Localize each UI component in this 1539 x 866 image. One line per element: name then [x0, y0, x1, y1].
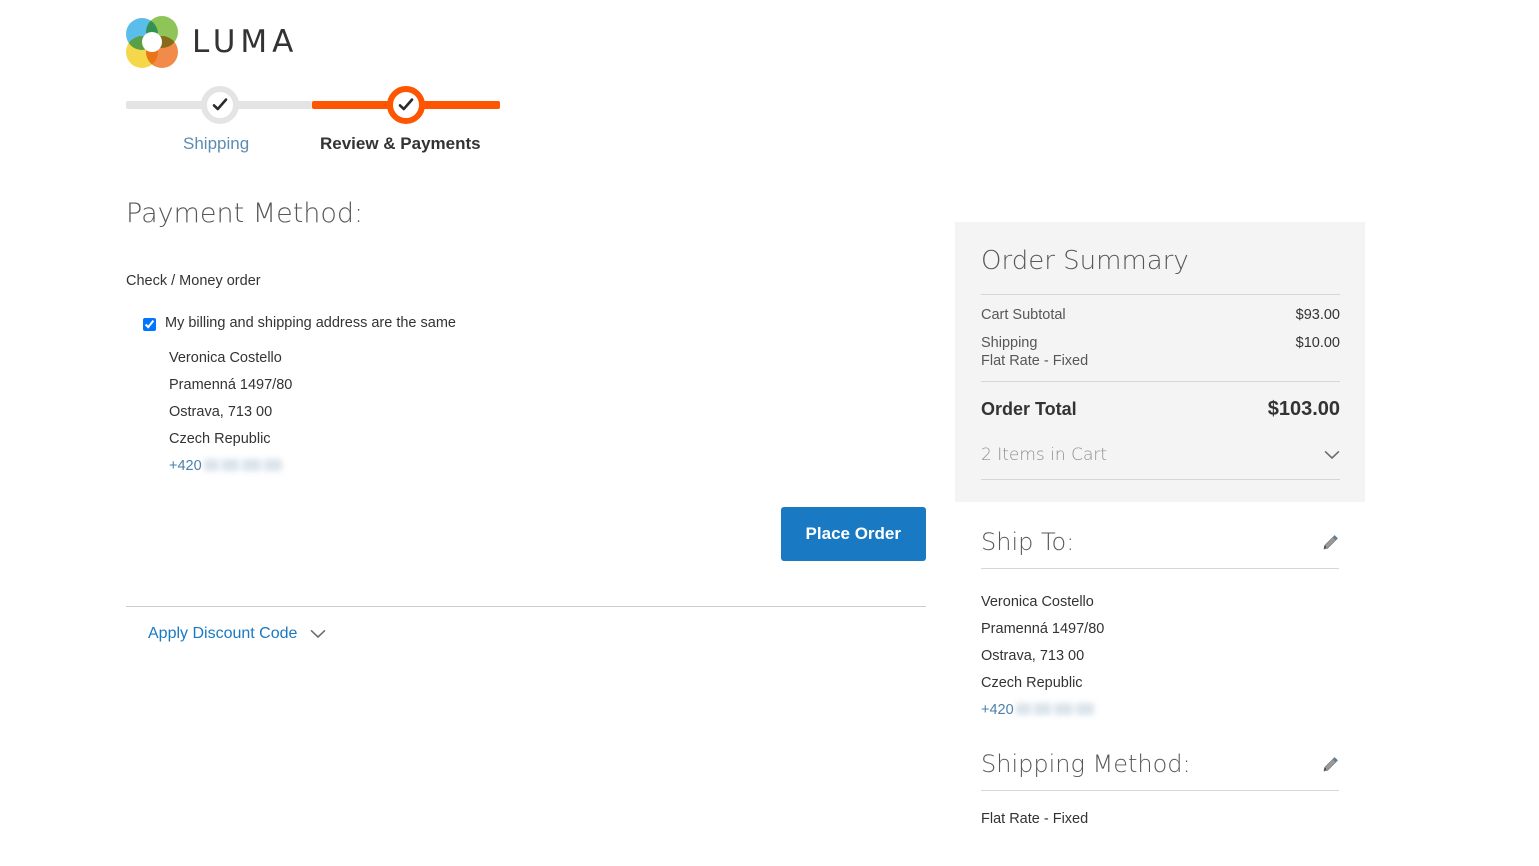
payment-section: Payment Method: Check / Money order My b…: [126, 198, 926, 643]
summary-shipping-method-note: Flat Rate - Fixed: [981, 353, 1089, 369]
checkout-progress-bar: Shipping Review & Payments: [126, 86, 926, 168]
summary-label-cart-subtotal: Cart Subtotal: [981, 307, 1066, 323]
pencil-icon[interactable]: [1322, 756, 1339, 773]
ship-to-city-zip: Ostrava, 713 00: [981, 648, 1085, 664]
items-in-cart-label: 2 Items in Cart: [981, 445, 1108, 465]
check-icon: [212, 98, 228, 111]
apply-discount-code-toggle[interactable]: Apply Discount Code: [148, 625, 926, 643]
ship-to-country: Czech Republic: [981, 675, 1083, 691]
shipping-method-title: Shipping Method:: [981, 750, 1191, 778]
redacted-phone-digits: [1015, 703, 1094, 715]
progress-step-review-payments[interactable]: [387, 86, 425, 124]
ship-to-phone[interactable]: +420: [981, 697, 1339, 724]
site-header: LUMA: [126, 16, 298, 68]
summary-row-order-total: Order Total $103.00: [981, 382, 1340, 439]
shipping-method-section: Shipping Method: Flat Rate - Fixed: [955, 750, 1365, 827]
summary-value-cart-subtotal: $93.00: [1295, 307, 1340, 323]
place-order-row: Place Order: [126, 507, 926, 561]
summary-rule-bottom: [981, 479, 1340, 480]
billing-phone-prefix: +420: [169, 458, 202, 474]
ship-to-section: Ship To: Veronica Costello Pramenná 1497…: [955, 528, 1365, 724]
checkout-page: LUMA Shipping Review & Payments Payment …: [0, 0, 1539, 866]
summary-value-shipping: $10.00: [1295, 335, 1340, 351]
order-summary-panel: Order Summary Cart Subtotal $93.00 Shipp…: [955, 222, 1365, 502]
summary-row-cart-subtotal: Cart Subtotal $93.00: [981, 295, 1340, 323]
billing-same-as-shipping-row[interactable]: My billing and shipping address are the …: [143, 315, 926, 331]
place-order-button[interactable]: Place Order: [780, 507, 926, 561]
shipping-method-value: Flat Rate - Fixed: [981, 811, 1089, 827]
page-title: Payment Method:: [126, 198, 364, 229]
ship-to-rule: [981, 568, 1339, 569]
payment-method-name: Check / Money order: [126, 273, 261, 289]
apply-discount-code-label[interactable]: Apply Discount Code: [148, 625, 297, 643]
billing-country: Czech Republic: [169, 431, 271, 447]
items-in-cart-toggle[interactable]: 2 Items in Cart: [981, 439, 1340, 479]
summary-value-order-total: $103.00: [1267, 398, 1340, 420]
billing-name: Veronica Costello: [169, 350, 282, 366]
billing-same-as-shipping-label: My billing and shipping address are the …: [165, 315, 456, 331]
ship-to-phone-prefix: +420: [981, 702, 1014, 718]
pencil-icon[interactable]: [1322, 534, 1339, 551]
summary-label-shipping: Shipping: [981, 335, 1038, 351]
summary-row-shipping: Shipping $10.00: [981, 323, 1340, 351]
order-summary-title: Order Summary: [981, 246, 1189, 276]
redacted-phone-digits: [203, 459, 282, 471]
ship-to-title: Ship To:: [981, 528, 1075, 556]
section-divider: [126, 606, 926, 607]
shipping-method-rule: [981, 790, 1339, 791]
shipping-method-header: Shipping Method:: [981, 750, 1339, 778]
luma-rings-logo-icon[interactable]: [126, 16, 178, 68]
billing-street: Pramenná 1497/80: [169, 377, 293, 393]
check-icon: [398, 98, 414, 111]
progress-label-shipping[interactable]: Shipping: [183, 134, 249, 154]
ship-to-street: Pramenná 1497/80: [981, 621, 1105, 637]
chevron-down-icon: [1324, 451, 1340, 459]
chevron-down-icon: [311, 630, 326, 638]
checkout-sidebar: Order Summary Cart Subtotal $93.00 Shipp…: [955, 222, 1365, 827]
brand-wordmark[interactable]: LUMA: [192, 24, 298, 60]
billing-same-as-shipping-checkbox[interactable]: [143, 318, 156, 331]
ship-to-address: Veronica Costello Pramenná 1497/80 Ostra…: [981, 589, 1339, 724]
ship-to-name: Veronica Costello: [981, 594, 1094, 610]
billing-city-zip: Ostrava, 713 00: [169, 404, 273, 420]
billing-phone[interactable]: +420: [169, 453, 926, 480]
progress-step-shipping[interactable]: [201, 86, 239, 124]
progress-label-review-payments[interactable]: Review & Payments: [320, 134, 481, 154]
billing-address-block: My billing and shipping address are the …: [143, 315, 926, 480]
ship-to-header: Ship To:: [981, 528, 1339, 556]
summary-label-order-total: Order Total: [981, 399, 1077, 419]
